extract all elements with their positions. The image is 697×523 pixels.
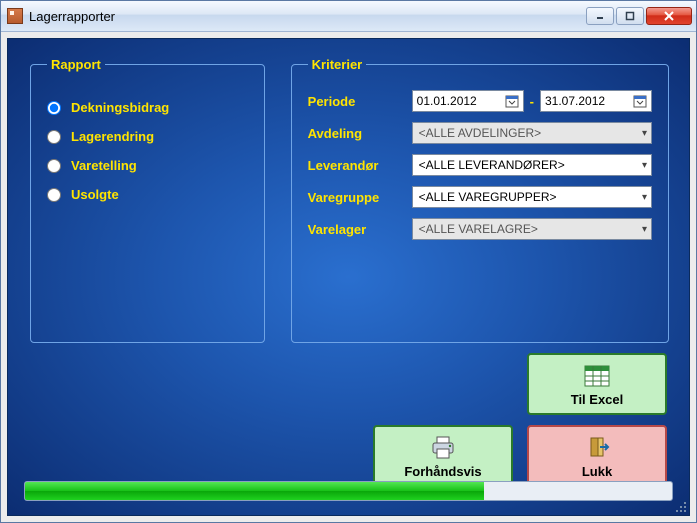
maximize-button[interactable] <box>616 7 644 25</box>
rapport-option-label: Varetelling <box>71 158 137 173</box>
rapport-radio[interactable] <box>47 159 61 173</box>
periode-to-value: 31.07.2012 <box>545 94 605 108</box>
periode-row: Periode 01.01.2012 - 31.07.2012 <box>308 90 652 112</box>
varegruppe-value: <ALLE VAREGRUPPER> <box>419 190 557 204</box>
periode-from-value: 01.01.2012 <box>417 94 477 108</box>
client-area: Rapport Dekningsbidrag Lagerendring Vare… <box>7 38 690 516</box>
varegruppe-combo[interactable]: <ALLE VAREGRUPPER> ▾ <box>412 186 652 208</box>
rapport-option-dekningsbidrag[interactable]: Dekningsbidrag <box>47 100 248 115</box>
calendar-icon[interactable] <box>633 94 647 108</box>
titlebar[interactable]: Lagerrapporter <box>1 1 696 32</box>
rapport-option-usolgte[interactable]: Usolgte <box>47 187 248 202</box>
progress-fill <box>25 482 484 500</box>
chevron-down-icon: ▾ <box>642 192 647 203</box>
avdeling-value: <ALLE AVDELINGER> <box>419 126 542 140</box>
kriterier-legend: Kriterier <box>308 57 367 72</box>
periode-label: Periode <box>308 94 412 109</box>
minimize-button[interactable] <box>586 7 614 25</box>
periode-to-input[interactable]: 31.07.2012 <box>540 90 652 112</box>
printer-icon <box>428 434 458 462</box>
rapport-option-label: Lagerendring <box>71 129 154 144</box>
chevron-down-icon: ▾ <box>642 224 647 235</box>
rapport-group: Rapport Dekningsbidrag Lagerendring Vare… <box>30 57 265 343</box>
preview-button[interactable]: Forhåndsvis <box>373 425 513 487</box>
varegruppe-row: Varegruppe <ALLE VAREGRUPPER> ▾ <box>308 186 652 208</box>
leverandor-value: <ALLE LEVERANDØRER> <box>419 158 565 172</box>
avdeling-label: Avdeling <box>308 126 412 141</box>
leverandor-label: Leverandør <box>308 158 412 173</box>
rapport-legend: Rapport <box>47 57 105 72</box>
excel-icon <box>582 362 612 390</box>
varelager-combo: <ALLE VARELAGRE> ▾ <box>412 218 652 240</box>
window-buttons <box>586 7 692 25</box>
rapport-radio[interactable] <box>47 130 61 144</box>
varelager-value: <ALLE VARELAGRE> <box>419 222 538 236</box>
window-title: Lagerrapporter <box>29 9 586 24</box>
close-button[interactable]: Lukk <box>527 425 667 487</box>
resize-grip[interactable] <box>675 501 687 513</box>
varegruppe-label: Varegruppe <box>308 190 412 205</box>
varelager-label: Varelager <box>308 222 412 237</box>
leverandor-combo[interactable]: <ALLE LEVERANDØRER> ▾ <box>412 154 652 176</box>
excel-button[interactable]: Til Excel <box>527 353 667 415</box>
chevron-down-icon: ▾ <box>642 160 647 171</box>
button-area: Til Excel Forhåndsvis <box>373 353 667 487</box>
close-window-button[interactable] <box>646 7 692 25</box>
rapport-options: Dekningsbidrag Lagerendring Varetelling … <box>47 100 248 202</box>
rapport-option-varetelling[interactable]: Varetelling <box>47 158 248 173</box>
kriterier-group: Kriterier Periode 01.01.2012 - 31.07.201… <box>291 57 669 343</box>
rapport-radio[interactable] <box>47 101 61 115</box>
window-frame: Lagerrapporter Rapport Dekningsbidrag <box>0 0 697 523</box>
periode-from-input[interactable]: 01.01.2012 <box>412 90 524 112</box>
avdeling-row: Avdeling <ALLE AVDELINGER> ▾ <box>308 122 652 144</box>
excel-button-label: Til Excel <box>571 392 624 407</box>
progress-bar <box>24 481 673 501</box>
chevron-down-icon: ▾ <box>642 128 647 139</box>
rapport-option-label: Usolgte <box>71 187 119 202</box>
avdeling-combo: <ALLE AVDELINGER> ▾ <box>412 122 652 144</box>
varelager-row: Varelager <ALLE VARELAGRE> ▾ <box>308 218 652 240</box>
periode-separator: - <box>530 94 534 109</box>
close-button-label: Lukk <box>582 464 612 479</box>
calendar-icon[interactable] <box>505 94 519 108</box>
exit-icon <box>582 434 612 462</box>
leverandor-row: Leverandør <ALLE LEVERANDØRER> ▾ <box>308 154 652 176</box>
preview-button-label: Forhåndsvis <box>404 464 481 479</box>
rapport-option-label: Dekningsbidrag <box>71 100 169 115</box>
app-icon <box>7 8 23 24</box>
rapport-radio[interactable] <box>47 188 61 202</box>
rapport-option-lagerendring[interactable]: Lagerendring <box>47 129 248 144</box>
